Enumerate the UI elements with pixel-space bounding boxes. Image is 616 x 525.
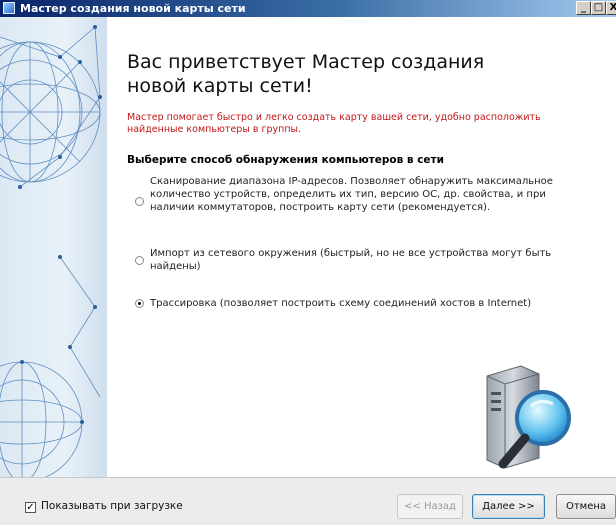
radio-network-import[interactable] (135, 256, 144, 265)
radio-ip-scan[interactable] (135, 197, 144, 206)
radio-traceroute[interactable] (135, 299, 144, 308)
cancel-button[interactable]: Отмена (556, 494, 616, 519)
option-traceroute[interactable]: Трассировка (позволяет построить схему с… (135, 297, 555, 313)
intro-text: Мастер помогает быстро и легко создать к… (127, 112, 541, 135)
title-bar: Мастер создания новой карты сети _ □ X (0, 0, 616, 17)
wizard-banner (0, 17, 107, 477)
wizard-content: Вас приветствует Мастер создания новой к… (107, 17, 616, 477)
window-title: Мастер создания новой карты сети (20, 2, 246, 15)
section-title: Выберите способ обнаружения компьютеров … (127, 154, 444, 166)
minimize-button[interactable]: _ (576, 1, 591, 15)
next-button[interactable]: Далее >> (472, 494, 545, 519)
wizard-footer: ✓ Показывать при загрузке << Назад Далее… (0, 477, 616, 525)
network-globe-icon (0, 25, 102, 477)
page-title: Вас приветствует Мастер создания новой к… (127, 51, 485, 97)
maximize-button[interactable]: □ (591, 1, 606, 15)
computer-search-icon (486, 365, 571, 469)
option-ip-scan-label: Сканирование диапазона IP-адресов. Позво… (150, 176, 553, 213)
option-network-import-label: Импорт из сетевого окружения (быстрый, н… (150, 248, 552, 272)
back-button[interactable]: << Назад (397, 494, 463, 519)
close-button[interactable]: X (606, 1, 616, 15)
option-ip-scan[interactable]: Сканирование диапазона IP-адресов. Позво… (135, 175, 555, 231)
app-icon (3, 2, 15, 14)
show-on-startup-label[interactable]: Показывать при загрузке (41, 500, 183, 512)
option-network-import[interactable]: Импорт из сетевого окружения (быстрый, н… (135, 247, 555, 277)
option-traceroute-label: Трассировка (позволяет построить схему с… (150, 298, 532, 309)
show-on-startup-checkbox[interactable]: ✓ (25, 502, 36, 513)
